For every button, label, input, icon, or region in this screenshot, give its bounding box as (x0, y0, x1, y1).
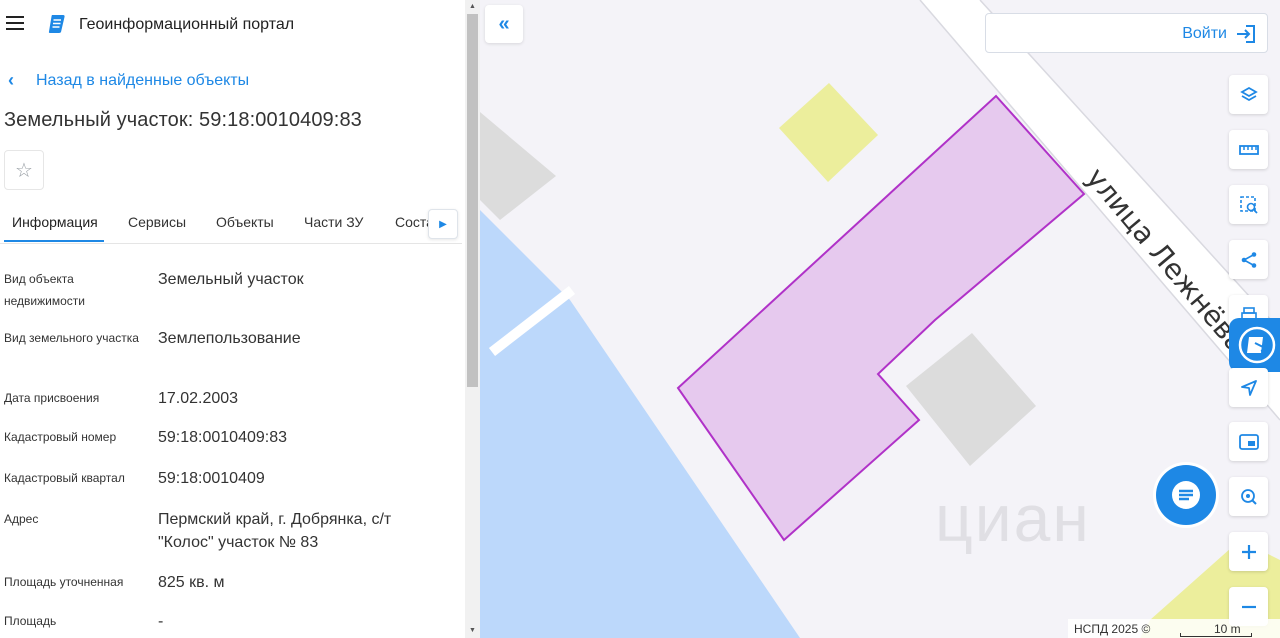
scale-bar (1180, 633, 1252, 637)
login-button[interactable]: Войти (985, 13, 1268, 53)
street-label: улица Лежнёва (1080, 161, 1253, 359)
login-icon (1237, 25, 1255, 43)
location-search-icon (1240, 488, 1257, 505)
scroll-up-arrow-icon[interactable]: ▲ (465, 0, 480, 14)
tabs-scroll-right-button[interactable]: ▶ (428, 209, 458, 239)
yellow-area (779, 83, 878, 182)
panel-scrollbar[interactable]: ▲ ▼ (465, 0, 480, 638)
zoom-in-button[interactable] (1229, 532, 1268, 571)
zoom-in-icon (1241, 544, 1256, 559)
tab-info[interactable]: Информация (12, 214, 98, 230)
building (480, 112, 556, 220)
map-attribution: НСПД 2025 © 10 m (1068, 619, 1280, 638)
ruler-icon (1238, 144, 1259, 155)
detail-label: Адрес (4, 512, 39, 526)
detail-label: Кадастровый квартал (4, 471, 125, 485)
double-chevron-left-icon: « (498, 12, 510, 35)
detail-value: Землепользование (158, 330, 301, 347)
navigate-icon (1240, 379, 1257, 396)
chevron-left-icon: ‹ (8, 70, 14, 90)
detail-label: Кадастровый номер (4, 430, 117, 444)
quick-access-badge[interactable] (1229, 318, 1280, 372)
watermark: циан (935, 481, 1091, 555)
zoom-out-icon (1241, 605, 1256, 608)
active-tab-indicator (4, 240, 104, 242)
detail-value: - (158, 613, 164, 630)
detail-label: Дата присвоения (4, 391, 100, 405)
layers-icon (1239, 86, 1258, 101)
minimap-button[interactable] (1229, 422, 1268, 461)
share-icon (1241, 251, 1256, 268)
caret-right-icon: ▶ (439, 218, 447, 230)
scroll-thumb[interactable] (467, 14, 478, 387)
tab-objects[interactable]: Объекты (216, 214, 274, 230)
map-view[interactable]: улица Лежнёва циан (480, 0, 1280, 638)
login-label: Войти (1182, 25, 1227, 42)
favorite-button[interactable]: ☆ (4, 150, 44, 190)
ruler-button[interactable] (1229, 130, 1268, 169)
back-to-results-link[interactable]: ‹ Назад в найденные объекты (8, 70, 249, 91)
detail-label: Площадь (4, 614, 57, 628)
tab-services[interactable]: Сервисы (128, 214, 186, 230)
select-area-button[interactable] (1229, 185, 1268, 224)
building (906, 333, 1036, 466)
detail-label: Вид земельного участка (4, 331, 139, 345)
detail-value: Пермский край, г. Добрянка, с/т "Колос" … (158, 511, 392, 551)
navigate-button[interactable] (1229, 368, 1268, 407)
minimap-icon (1238, 433, 1259, 450)
star-icon: ☆ (15, 159, 33, 182)
detail-value: Земельный участок (158, 271, 304, 288)
detail-value: 59:18:0010409 (158, 470, 265, 487)
header: Геоинформационный портал (0, 0, 465, 50)
location-search-button[interactable] (1229, 477, 1268, 516)
scroll-down-arrow-icon[interactable]: ▼ (465, 624, 480, 638)
detail-value: 59:18:0010409:83 (158, 429, 288, 446)
detail-label: Площадь уточненная (4, 575, 124, 589)
select-area-icon (1239, 195, 1258, 214)
portal-title: Геоинформационный портал (79, 16, 295, 33)
chat-icon (1172, 481, 1200, 509)
layers-button[interactable] (1229, 75, 1268, 114)
menu-icon[interactable] (6, 16, 26, 32)
info-panel: Геоинформационный портал ‹ Назад в найде… (0, 0, 465, 638)
collapse-panel-button[interactable]: « (485, 5, 523, 43)
tab-bar: Информация Сервисы Объекты Части ЗУ Сост… (0, 206, 462, 244)
tab-parts[interactable]: Части ЗУ (304, 214, 363, 230)
portal-logo-icon (48, 15, 65, 33)
detail-value: 825 кв. м (158, 574, 225, 591)
chat-button[interactable] (1156, 465, 1216, 525)
share-button[interactable] (1229, 240, 1268, 279)
attribution-text: НСПД 2025 © (1074, 622, 1151, 636)
map-canvas[interactable]: улица Лежнёва (480, 0, 1280, 638)
object-title: Земельный участок: 59:18:0010409:83 (4, 109, 362, 131)
land-parcel[interactable] (676, 94, 1086, 542)
detail-label: Вид объекта недвижимости (4, 272, 85, 308)
back-link-label: Назад в найденные объекты (36, 71, 250, 89)
detail-value: 17.02.2003 (158, 390, 239, 407)
document-search-icon (1238, 326, 1276, 364)
